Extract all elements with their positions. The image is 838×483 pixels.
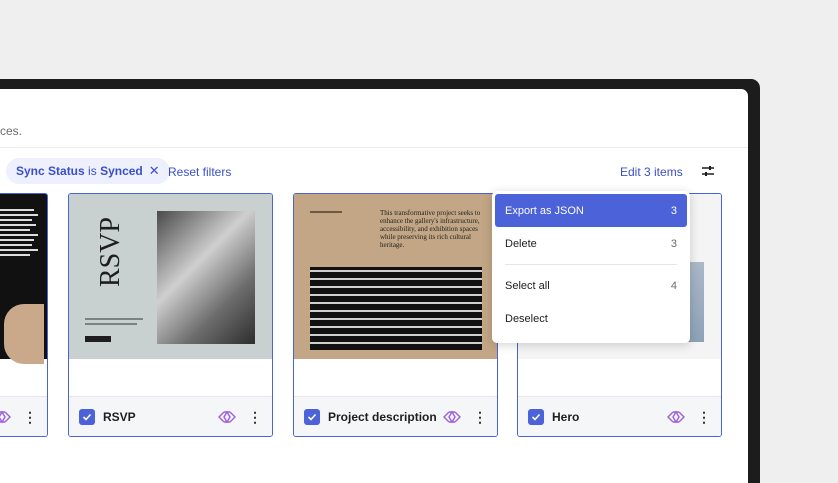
edit-items-link[interactable]: Edit 3 items (620, 165, 683, 179)
card-checkbox[interactable] (304, 408, 320, 425)
menu-item-label: Delete (505, 237, 537, 250)
filter-chip-operator: is (88, 164, 97, 178)
close-icon[interactable]: ✕ (149, 163, 160, 179)
page-description: rces. (0, 124, 23, 138)
menu-item-label: Deselect (505, 312, 548, 325)
synced-icon (0, 410, 11, 423)
menu-item-delete[interactable]: Delete 3 (495, 227, 687, 260)
more-options-icon[interactable]: ⋮ (697, 410, 711, 424)
card-footer: Project description ⋮ (294, 396, 497, 436)
menu-item-count: 3 (670, 237, 677, 250)
menu-item-label: Export as JSON (505, 204, 584, 217)
more-options-icon[interactable]: ⋮ (23, 410, 37, 424)
asset-card[interactable]: This transformative project seeks to enh… (293, 193, 498, 437)
reset-filters-link[interactable]: Reset filters (168, 165, 231, 179)
card-title: Project description (328, 409, 437, 424)
card-footer: ⋮ (0, 396, 47, 436)
synced-icon (443, 410, 461, 423)
menu-divider (505, 264, 677, 265)
card-title: RSVP (103, 409, 136, 424)
menu-item-deselect[interactable]: Deselect (495, 302, 687, 335)
filter-chip-field: Sync Status (16, 164, 85, 178)
bulk-actions-menu: Export as JSON 3 Delete 3 Select all 4 D… (492, 191, 690, 343)
menu-item-export-json[interactable]: Export as JSON 3 (495, 194, 687, 227)
more-options-icon[interactable]: ⋮ (248, 410, 262, 424)
sliders-icon[interactable] (700, 163, 716, 179)
card-footer: Hero ⋮ (518, 396, 721, 436)
synced-icon (667, 410, 685, 423)
filter-chip-sync-status[interactable]: Sync Status is Synced ✕ (6, 158, 170, 184)
card-checkbox[interactable] (79, 408, 95, 425)
checkmark-icon (82, 413, 92, 421)
menu-item-label: Select all (505, 279, 550, 292)
card-checkbox[interactable] (528, 408, 544, 425)
menu-item-count: 3 (670, 204, 677, 217)
asset-card[interactable]: ⋮ (0, 193, 48, 437)
card-thumbnail (0, 194, 47, 364)
card-thumbnail: This transformative project seeks to enh… (294, 194, 497, 359)
checkmark-icon (307, 413, 317, 421)
filter-chip-value: Synced (100, 164, 143, 178)
header-divider (0, 147, 748, 148)
synced-icon (218, 410, 236, 423)
thumb-text: This transformative project seeks to enh… (380, 209, 481, 249)
card-footer: RSVP ⋮ (69, 396, 272, 436)
menu-item-select-all[interactable]: Select all 4 (495, 269, 687, 302)
thumb-title: RSVP (95, 216, 126, 288)
menu-item-count: 4 (670, 279, 677, 292)
card-thumbnail: RSVP (69, 194, 272, 359)
more-options-icon[interactable]: ⋮ (473, 410, 487, 424)
asset-card[interactable]: RSVP RSVP ⋮ (68, 193, 273, 437)
checkmark-icon (531, 413, 541, 421)
card-title: Hero (552, 409, 580, 424)
